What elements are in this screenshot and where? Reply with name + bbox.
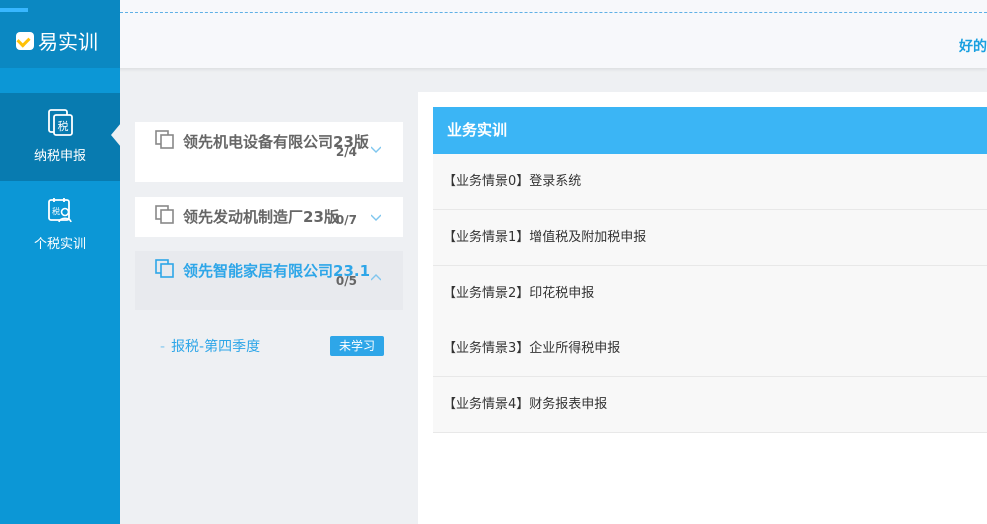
person-tax-icon: 税 xyxy=(48,198,72,223)
company-item[interactable]: 领先机电设备有限公司23版 2/4 xyxy=(135,122,403,182)
company-item[interactable]: 领先发动机制造厂23版 0/7 xyxy=(135,197,403,237)
panel-header: 业务实训 xyxy=(433,107,987,154)
chevron-down-icon xyxy=(371,146,381,153)
company-item-expanded[interactable]: 领先智能家居有限公司23.1 0/5 xyxy=(135,251,403,310)
tax-document-icon: 税 xyxy=(48,109,73,136)
progress-count: 2/4 xyxy=(335,145,357,159)
chevron-up-icon xyxy=(371,274,381,281)
scenario-item[interactable]: 【业务情景1】增值税及附加税申报 xyxy=(433,210,987,266)
scenario-item[interactable]: 【业务情景4】财务报表申报 xyxy=(433,377,987,433)
sidebar-item-label: 纳税申报 xyxy=(33,149,86,164)
svg-text:税: 税 xyxy=(52,206,60,216)
sub-item-q4-filing[interactable]: - 报税-第四季度 未学习 xyxy=(160,336,390,356)
logo-mark-icon xyxy=(16,31,34,50)
user-greeting[interactable]: 好的 xyxy=(959,36,987,56)
sidebar-item-tax-filing[interactable]: 税 纳税申报 xyxy=(0,93,121,181)
logo-text: 易实训 xyxy=(38,30,98,54)
scenario-item[interactable]: 【业务情景2】印花税申报 xyxy=(433,266,987,322)
sidebar-item-personal-tax[interactable]: 税 个税实训 xyxy=(0,181,120,269)
scenario-item[interactable]: 【业务情景0】登录系统 xyxy=(433,154,987,210)
svg-text:税: 税 xyxy=(58,119,69,133)
status-badge: 未学习 xyxy=(329,336,384,356)
sidebar-item-label: 个税实训 xyxy=(33,237,86,252)
progress-count: 0/5 xyxy=(335,274,357,288)
copy-icon xyxy=(155,205,174,224)
company-name: 领先发动机制造厂23版 xyxy=(183,208,339,226)
app-root: 好的 易实训 税 纳税申报 税 个税实训 领先机电设备有限公司23版 2/4 领… xyxy=(0,0,987,524)
top-divider xyxy=(120,12,987,13)
logo-area: 易实训 xyxy=(0,0,120,68)
sidebar: 易实训 税 纳税申报 税 个税实训 xyxy=(0,0,121,524)
sub-item-label: 报税-第四季度 xyxy=(171,339,261,355)
progress-count: 0/7 xyxy=(335,213,357,227)
sub-item-dash: - xyxy=(160,339,166,355)
top-bar: 好的 xyxy=(0,0,987,68)
copy-icon xyxy=(155,259,174,278)
logo-accent-strip xyxy=(0,8,28,12)
company-list: 领先机电设备有限公司23版 2/4 领先发动机制造厂23版 0/7 领先智能家居… xyxy=(120,92,416,524)
logo[interactable]: 易实训 xyxy=(16,26,98,55)
chevron-down-icon xyxy=(371,214,381,221)
scenario-panel: 业务实训 【业务情景0】登录系统 【业务情景1】增值税及附加税申报 【业务情景2… xyxy=(418,92,987,524)
scenario-item[interactable]: 【业务情景3】企业所得税申报 xyxy=(433,321,987,377)
copy-icon xyxy=(155,130,174,149)
